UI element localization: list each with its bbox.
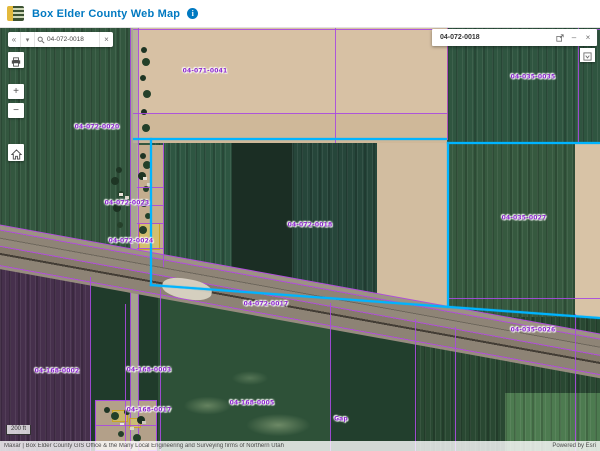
parcel-line [415,319,416,451]
selection-outline [447,142,600,144]
home-extent-button[interactable] [8,144,24,161]
close-icon[interactable]: × [581,31,595,44]
parcel-label: 04-035-0035 [511,74,556,81]
parcel-label: 04-168-0003 [127,367,172,374]
parcel-label: 04-072-0020 [75,124,120,131]
parcel-label: 04-168-0005 [230,400,275,407]
parcel-label-selected: 04-072-0018 [288,222,333,229]
parcel-line [330,303,331,451]
buildings [143,177,147,180]
field-area [447,143,575,323]
zoom-in-button[interactable]: + [8,84,24,99]
popup-collapse-button[interactable] [580,48,595,62]
parcel-line [125,304,126,451]
search-icon [35,32,47,47]
map-canvas[interactable]: 04-071-0041 04-035-0035 04-072-0020 04-0… [0,27,600,451]
search-source-dropdown[interactable]: ▾ [21,32,35,47]
minimize-icon[interactable]: – [567,31,581,44]
print-button[interactable] [8,52,24,68]
field-area [0,262,92,451]
app-window: Box Elder County Web Map i [0,0,600,451]
buildings [119,193,123,196]
popup-title: 04-072-0018 [440,34,553,41]
parcel-line [575,314,576,451]
field-area [133,27,447,115]
field-area [292,143,377,295]
attribution-sources: Maxar | Box Elder County GIS Office & th… [4,443,284,449]
county-logo [7,6,24,21]
zoom-out-button[interactable]: − [8,103,24,118]
selection-outline [133,138,447,140]
field-area [575,143,600,323]
tree-cluster [116,167,122,173]
attribution-bar: Maxar | Box Elder County GIS Office & th… [0,441,600,451]
collapse-search-button[interactable]: « [8,32,21,47]
parcel-line [133,113,447,114]
highlighted-parcel [129,418,141,428]
field-area [232,143,292,283]
search-widget: « ▾ × [8,32,113,47]
app-header: Box Elder County Web Map i [0,0,600,28]
parcel-label: 04-072-0023 [105,200,150,207]
dock-icon[interactable] [553,31,567,44]
info-icon[interactable]: i [187,8,198,19]
parcel-label: 04-071-0041 [183,68,228,75]
clear-search-icon[interactable]: × [99,32,113,47]
parcel-line [90,277,91,451]
parcel-label: 04-035-0026 [511,327,556,334]
parcel-line [163,143,164,267]
selection-outline [150,138,152,286]
app-title: Box Elder County Web Map [32,8,180,20]
parcel-line [335,27,336,143]
parcel-label: Gap [334,416,348,423]
parcel-line [95,425,157,426]
parcel-label: 04-168-0017 [127,407,172,414]
selection-outline [447,142,449,308]
scale-bar: 200 ft [6,425,31,435]
search-input[interactable] [47,36,99,43]
parcel-line [455,327,456,451]
parcel-label: 04-168-0002 [35,368,80,375]
feature-popup: 04-072-0018 – × [432,29,597,46]
parcel-label: 04-035-0027 [502,215,547,222]
powered-by-esri[interactable]: Powered by Esri [552,443,596,449]
tree-cluster [104,407,110,413]
parcel-label: 04-072-0017 [244,301,289,308]
tree-cluster [140,153,146,159]
parcel-line [447,298,600,299]
parcel-label: 04-072-0024 [109,238,154,245]
tree-cluster [141,47,147,53]
field-area [377,143,447,313]
